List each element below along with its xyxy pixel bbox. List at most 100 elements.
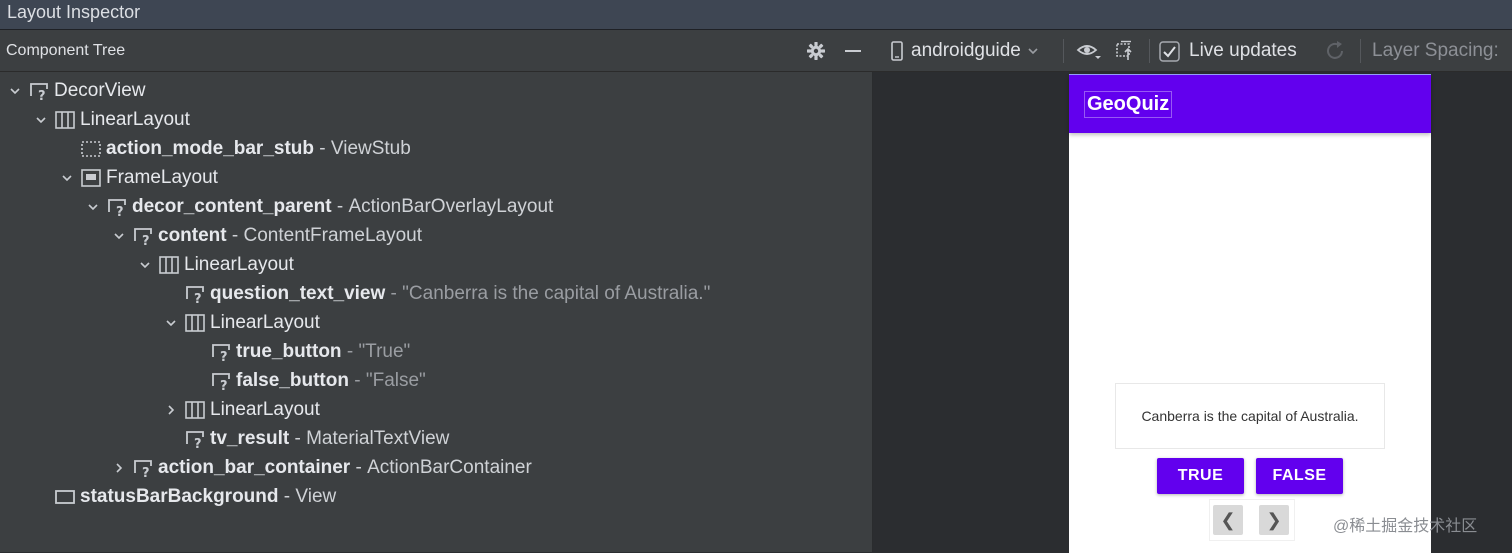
chevron-down-icon bbox=[1027, 45, 1039, 57]
component-tree-panel: Component Tree ? DecorView LinearLayout … bbox=[0, 30, 873, 552]
view-icon bbox=[54, 487, 76, 507]
node-separator: - bbox=[350, 456, 368, 478]
tree-node-action-mode-bar-stub[interactable]: action_mode_bar_stub - ViewStub bbox=[0, 134, 933, 163]
svg-text:?: ? bbox=[220, 350, 228, 362]
prev-button[interactable]: ❮ bbox=[1213, 505, 1243, 535]
false-button[interactable]: FALSE bbox=[1256, 458, 1343, 494]
chevron-right-icon[interactable] bbox=[164, 403, 178, 417]
tree-node-decor-content-parent[interactable]: ? decor_content_parent - ActionBarOverla… bbox=[0, 192, 959, 221]
app-bar[interactable]: GeoQuiz bbox=[1069, 75, 1431, 133]
export-snapshot-icon[interactable] bbox=[1115, 30, 1137, 72]
node-name: false_button bbox=[236, 369, 349, 391]
node-name: action_mode_bar_stub bbox=[106, 137, 314, 159]
chevron-down-icon[interactable] bbox=[34, 113, 48, 127]
node-separator: - bbox=[331, 195, 349, 217]
checkbox-checked-icon[interactable] bbox=[1159, 40, 1180, 62]
chevron-down-icon[interactable] bbox=[112, 229, 126, 243]
node-name: tv_result bbox=[210, 427, 290, 449]
svg-text:?: ? bbox=[194, 437, 202, 449]
node-type: MaterialTextView bbox=[306, 427, 450, 449]
toolbar-separator bbox=[1360, 39, 1361, 63]
tree-node-linearlayout[interactable]: LinearLayout bbox=[0, 105, 907, 134]
component-tree-title: Component Tree bbox=[6, 42, 126, 59]
node-separator: - bbox=[385, 282, 403, 304]
true-button-label: TRUE bbox=[1177, 467, 1224, 484]
node-separator: - bbox=[289, 427, 307, 449]
node-name: action_bar_container bbox=[158, 456, 351, 478]
frame-layout-icon bbox=[80, 168, 102, 188]
live-updates-toggle[interactable]: Live updates bbox=[1159, 30, 1297, 72]
node-type: ViewStub bbox=[330, 137, 411, 159]
window-title: Layout Inspector bbox=[7, 2, 141, 22]
chevron-right-icon: ❯ bbox=[1266, 509, 1282, 530]
svg-text:?: ? bbox=[38, 89, 46, 101]
inspector-toolbar: androidguide Live updates Layer Spacing: bbox=[873, 30, 1512, 72]
tree-node-status-bar-background[interactable]: statusBarBackground - View bbox=[0, 482, 907, 511]
node-separator: - bbox=[226, 224, 244, 246]
node-name: FrameLayout bbox=[106, 166, 218, 188]
unknown-view-icon: ? bbox=[132, 458, 154, 478]
question-text: Canberra is the capital of Australia. bbox=[1141, 408, 1359, 424]
tree-node-framelayout[interactable]: FrameLayout bbox=[0, 163, 933, 192]
watermark: @稀土掘金技术社区 bbox=[1333, 518, 1478, 535]
node-name: LinearLayout bbox=[80, 108, 190, 130]
view-stub-icon bbox=[80, 139, 102, 159]
chevron-down-icon[interactable] bbox=[86, 200, 100, 214]
node-type: ActionBarContainer bbox=[367, 456, 532, 478]
node-separator: - bbox=[314, 137, 331, 159]
refresh-icon[interactable] bbox=[1324, 30, 1346, 72]
component-tree-header: Component Tree bbox=[0, 30, 873, 72]
device-selector[interactable]: androidguide bbox=[891, 30, 1039, 72]
node-text-value: "False" bbox=[365, 369, 426, 391]
node-name: decor_content_parent bbox=[132, 195, 332, 217]
node-type: ActionBarOverlayLayout bbox=[348, 195, 554, 217]
node-name: LinearLayout bbox=[210, 398, 320, 420]
minimize-icon[interactable] bbox=[841, 39, 865, 63]
chevron-down-icon[interactable] bbox=[138, 258, 152, 272]
unknown-view-icon: ? bbox=[132, 226, 154, 246]
node-text-value: "True" bbox=[358, 340, 411, 362]
chevron-right-icon[interactable] bbox=[112, 461, 126, 475]
app-title: GeoQuiz bbox=[1083, 91, 1173, 118]
next-button[interactable]: ❯ bbox=[1259, 505, 1289, 535]
device-preview[interactable]: GeoQuiz Canberra is the capital of Austr… bbox=[1069, 74, 1431, 553]
live-updates-label: Live updates bbox=[1189, 40, 1297, 61]
unknown-view-icon: ? bbox=[28, 81, 50, 101]
svg-text:?: ? bbox=[142, 234, 150, 246]
tree-node-content[interactable]: ? content - ContentFrameLayout bbox=[0, 221, 985, 250]
window-title-bar: Layout Inspector bbox=[0, 0, 1512, 30]
unknown-view-icon: ? bbox=[210, 342, 232, 362]
svg-text:?: ? bbox=[220, 379, 228, 391]
unknown-view-icon: ? bbox=[184, 429, 206, 449]
node-name: LinearLayout bbox=[184, 253, 294, 275]
tree-node-linearlayout[interactable]: LinearLayout bbox=[0, 250, 1011, 279]
chevron-down-icon[interactable] bbox=[60, 171, 74, 185]
node-name: true_button bbox=[236, 340, 342, 362]
true-button[interactable]: TRUE bbox=[1157, 458, 1244, 494]
unknown-view-icon: ? bbox=[106, 197, 128, 217]
svg-text:?: ? bbox=[116, 205, 124, 217]
node-separator: - bbox=[278, 485, 296, 507]
gear-icon[interactable] bbox=[804, 39, 828, 63]
layer-spacing-label: Layer Spacing: bbox=[1372, 40, 1499, 61]
question-text-view[interactable]: Canberra is the capital of Australia. bbox=[1115, 383, 1385, 449]
linear-layout-icon bbox=[184, 400, 206, 420]
svg-text:?: ? bbox=[142, 466, 150, 478]
node-type: ContentFrameLayout bbox=[243, 224, 423, 246]
toolbar-separator bbox=[1149, 39, 1150, 63]
unknown-view-icon: ? bbox=[210, 371, 232, 391]
chevron-left-icon: ❮ bbox=[1220, 509, 1236, 530]
node-text-value: "Canberra is the capital of Australia." bbox=[402, 282, 711, 304]
linear-layout-icon bbox=[158, 255, 180, 275]
chevron-down-icon[interactable] bbox=[8, 84, 22, 98]
tree-node-decorview[interactable]: ? DecorView bbox=[0, 76, 881, 105]
device-name: androidguide bbox=[911, 40, 1021, 61]
false-button-label: FALSE bbox=[1272, 467, 1327, 484]
toolbar-separator bbox=[1063, 39, 1064, 63]
chevron-down-icon[interactable] bbox=[164, 316, 178, 330]
eye-icon[interactable] bbox=[1076, 30, 1102, 72]
tree-node-action-bar-container[interactable]: ? action_bar_container - ActionBarContai… bbox=[0, 453, 985, 482]
node-type: View bbox=[295, 485, 337, 507]
phone-icon bbox=[891, 41, 903, 61]
node-name: statusBarBackground bbox=[80, 485, 279, 507]
